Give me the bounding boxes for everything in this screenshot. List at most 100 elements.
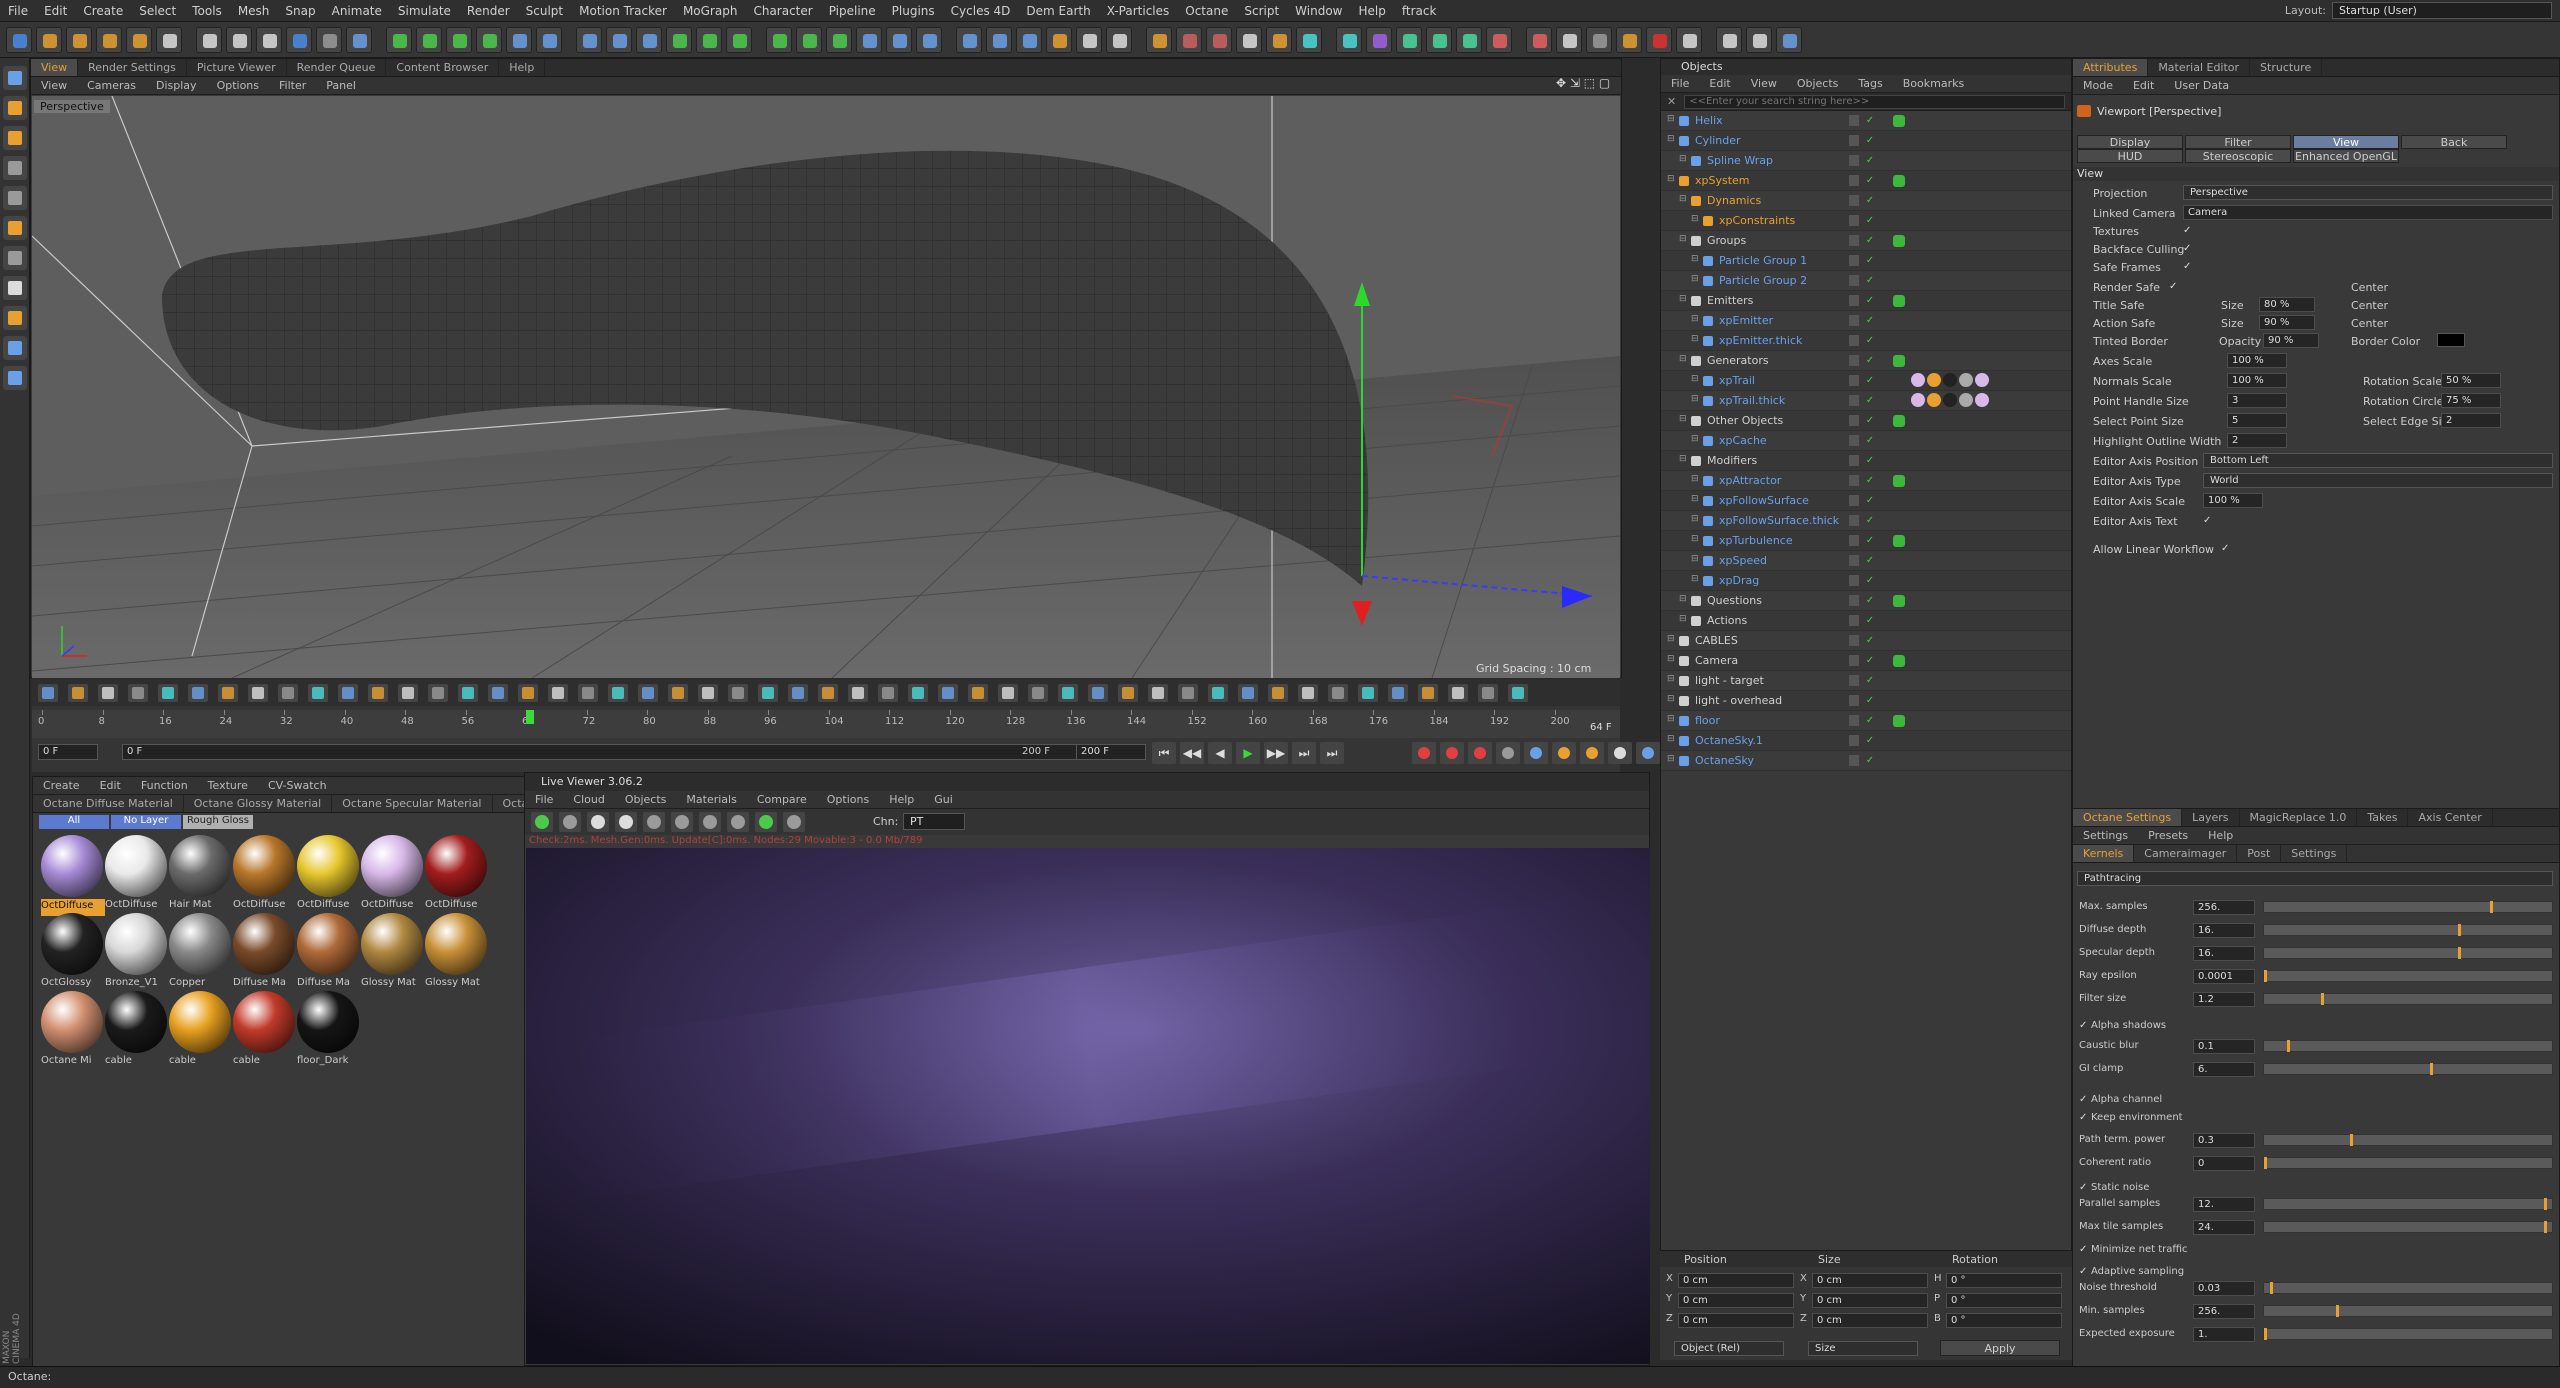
objects-menu-tags[interactable]: Tags: [1848, 77, 1892, 90]
toolbar-tool-3-icon[interactable]: [96, 27, 122, 53]
toolbar-tool-50-icon[interactable]: [1586, 27, 1612, 53]
attr-menu-edit[interactable]: Edit: [2123, 79, 2164, 92]
projection-dropdown[interactable]: Perspective: [2183, 185, 2553, 200]
menu-character[interactable]: Character: [745, 4, 820, 18]
octane-tab[interactable]: Octane Settings: [2073, 809, 2183, 826]
octane-subtab[interactable]: Settings: [2281, 845, 2348, 862]
toolbar-tool-8-icon[interactable]: [256, 27, 282, 53]
object-row[interactable]: ⊟ Dynamics ✓: [1661, 191, 2071, 211]
left-tool-2-icon[interactable]: [3, 126, 27, 150]
expand-arrow-icon[interactable]: ⊟: [1691, 494, 1699, 504]
expand-arrow-icon[interactable]: ⊟: [1679, 294, 1687, 304]
playback-3-icon[interactable]: ▶: [1236, 742, 1260, 764]
timeline-tool-5-icon[interactable]: [188, 684, 208, 702]
timeline-tool-29-icon[interactable]: [908, 684, 928, 702]
timeline-tool-22-icon[interactable]: [698, 684, 718, 702]
attr-tab-structure[interactable]: Structure: [2250, 59, 2323, 76]
menu-dem-earth[interactable]: Dem Earth: [1018, 4, 1098, 18]
material-swatch[interactable]: [41, 991, 103, 1053]
menu-file[interactable]: File: [0, 4, 36, 18]
channel-dropdown[interactable]: PT: [903, 813, 965, 830]
menu-mograph[interactable]: MoGraph: [675, 4, 746, 18]
live-menu-file[interactable]: File: [525, 793, 563, 806]
expand-arrow-icon[interactable]: ⊟: [1667, 754, 1675, 764]
toolbar-tool-53-icon[interactable]: [1676, 27, 1702, 53]
toolbar-tool-6-icon[interactable]: [196, 27, 222, 53]
enabled-check-icon[interactable]: ✓: [1865, 735, 1875, 746]
object-row[interactable]: ⊟ Actions ✓: [1661, 611, 2071, 631]
toolbar-tool-47-icon[interactable]: [1486, 27, 1512, 53]
layer-visibility-icon[interactable]: [1849, 615, 1859, 626]
octane-param-slider[interactable]: [2263, 1198, 2553, 1210]
live-tool-0-icon[interactable]: [531, 812, 553, 832]
material-swatch[interactable]: [361, 835, 423, 897]
viewport-nav-icons[interactable]: ✥ ⇲ ⬚ ▢: [1556, 76, 1610, 90]
layer-visibility-icon[interactable]: [1849, 655, 1859, 666]
menu-help[interactable]: Help: [1351, 4, 1394, 18]
toolbar-tool-22-icon[interactable]: [696, 27, 722, 53]
record-tool-6-icon[interactable]: [1580, 742, 1604, 764]
viewport-menu-panel[interactable]: Panel: [316, 79, 366, 92]
expand-arrow-icon[interactable]: ⊟: [1667, 174, 1675, 184]
attr-button-back[interactable]: Back: [2401, 135, 2507, 149]
rotation-field[interactable]: 0 °: [1946, 1293, 2062, 1308]
end-frame-field[interactable]: 200 F: [1076, 744, 1146, 760]
enabled-check-icon[interactable]: ✓: [1865, 715, 1875, 726]
material-tag-icon[interactable]: [1911, 373, 1925, 387]
timeline-tool-27-icon[interactable]: [848, 684, 868, 702]
timeline-tool-2-icon[interactable]: [98, 684, 118, 702]
object-row[interactable]: ⊟ xpFollowSurface ✓: [1661, 491, 2071, 511]
enabled-check-icon[interactable]: ✓: [1865, 495, 1875, 506]
material-tag-icon[interactable]: [1943, 373, 1957, 387]
timeline-tool-35-icon[interactable]: [1088, 684, 1108, 702]
object-row[interactable]: ⊟ light - target ✓: [1661, 671, 2071, 691]
timeline-tool-44-icon[interactable]: [1358, 684, 1378, 702]
object-row[interactable]: ⊟ xpSystem ✓: [1661, 171, 2071, 191]
octane-subtab[interactable]: Post: [2237, 845, 2282, 862]
layer-visibility-icon[interactable]: [1849, 455, 1859, 466]
attr-menu-mode[interactable]: Mode: [2073, 79, 2123, 92]
timeline-tool-21-icon[interactable]: [668, 684, 688, 702]
viewport-tab-picture-viewer[interactable]: Picture Viewer: [187, 59, 287, 76]
axes-scale-field[interactable]: 100 %: [2227, 353, 2287, 368]
timeline-tool-49-icon[interactable]: [1508, 684, 1528, 702]
position-field[interactable]: 0 cm: [1678, 1273, 1794, 1288]
tag-icon[interactable]: [1893, 175, 1905, 187]
timeline-tool-18-icon[interactable]: [578, 684, 598, 702]
timeline-tool-45-icon[interactable]: [1388, 684, 1408, 702]
octane-menu-settings[interactable]: Settings: [2073, 829, 2138, 842]
tag-icon[interactable]: [1893, 295, 1905, 307]
octane-param-value[interactable]: 16.: [2193, 923, 2255, 938]
octane-param-value[interactable]: 1.2: [2193, 992, 2255, 1007]
position-field[interactable]: 0 cm: [1678, 1313, 1794, 1328]
attr-button-filter[interactable]: Filter: [2185, 135, 2291, 149]
layer-visibility-icon[interactable]: [1849, 235, 1859, 246]
playback-2-icon[interactable]: ◀: [1208, 742, 1232, 764]
enabled-check-icon[interactable]: ✓: [1865, 555, 1875, 566]
expand-arrow-icon[interactable]: ⊟: [1679, 154, 1687, 164]
material-tab[interactable]: Octane Specular Material: [332, 795, 493, 812]
kernel-dropdown[interactable]: Pathtracing: [2077, 871, 2553, 886]
object-row[interactable]: ⊟ xpFollowSurface.thick ✓: [1661, 511, 2071, 531]
toolbar-tool-34-icon[interactable]: [1076, 27, 1102, 53]
timeline-tool-0-icon[interactable]: [38, 684, 58, 702]
octane-check-icon[interactable]: ✓: [2079, 1182, 2087, 1193]
timeline-tool-6-icon[interactable]: [218, 684, 238, 702]
axis-text-check[interactable]: ✓: [2203, 515, 2211, 526]
timeline-tool-39-icon[interactable]: [1208, 684, 1228, 702]
viewport-menu-cameras[interactable]: Cameras: [77, 79, 146, 92]
layer-visibility-icon[interactable]: [1849, 175, 1859, 186]
size-field[interactable]: 0 cm: [1812, 1293, 1928, 1308]
expand-arrow-icon[interactable]: ⊟: [1667, 654, 1675, 664]
toolbar-tool-2-icon[interactable]: [66, 27, 92, 53]
octane-param-value[interactable]: 12.: [2193, 1197, 2255, 1212]
layer-visibility-icon[interactable]: [1849, 275, 1859, 286]
timeline-tool-13-icon[interactable]: [428, 684, 448, 702]
enabled-check-icon[interactable]: ✓: [1865, 375, 1875, 386]
layer-visibility-icon[interactable]: [1849, 695, 1859, 706]
object-row[interactable]: ⊟ xpEmitter.thick ✓: [1661, 331, 2071, 351]
expand-arrow-icon[interactable]: ⊟: [1691, 514, 1699, 524]
tag-icon[interactable]: [1893, 235, 1905, 247]
octane-check-icon[interactable]: ✓: [2079, 1266, 2087, 1277]
material-swatch[interactable]: [233, 913, 295, 975]
